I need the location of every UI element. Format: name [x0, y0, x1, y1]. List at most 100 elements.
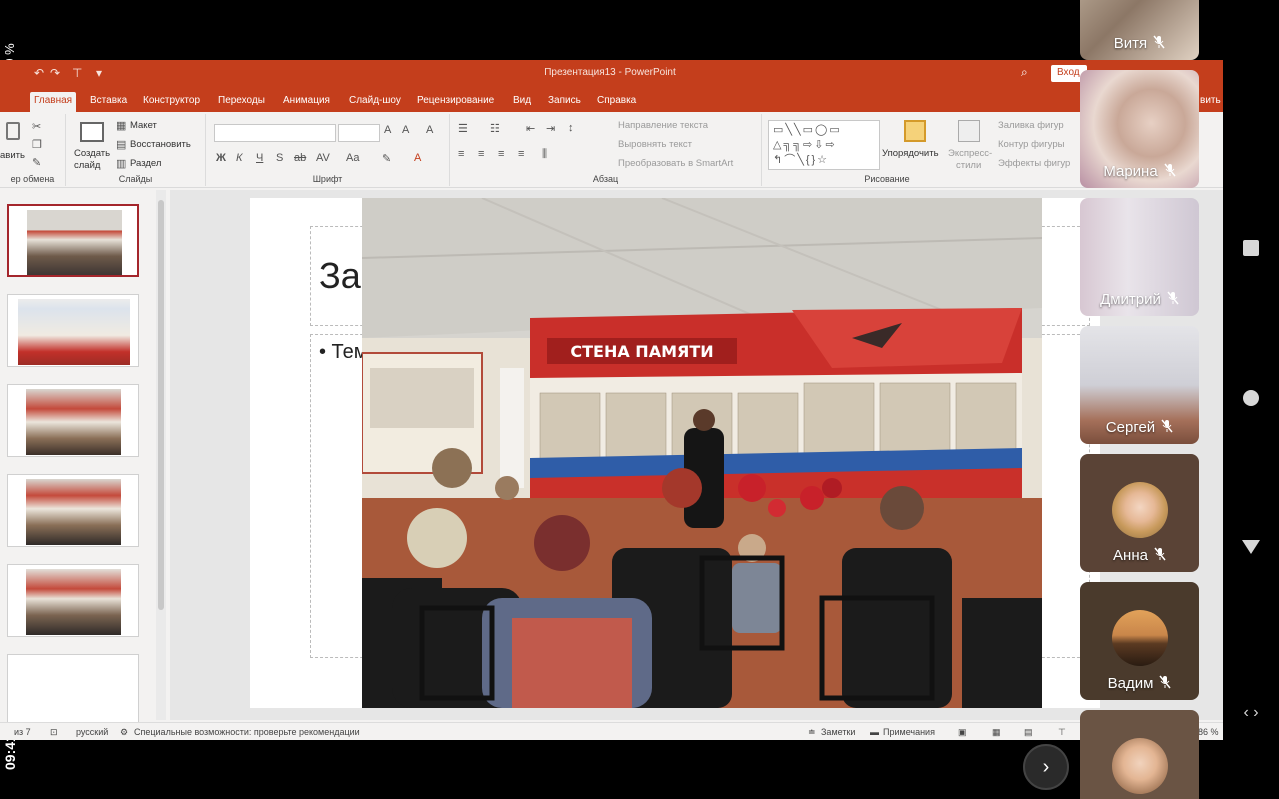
tab-home[interactable]: Главная — [30, 92, 77, 112]
shrink-font-icon[interactable]: A — [402, 124, 409, 136]
underline-icon[interactable]: Ч — [256, 152, 263, 164]
align-text-button[interactable]: Выровнять текст — [618, 139, 692, 150]
slideshow-view-icon[interactable]: ⊤ — [1058, 727, 1066, 738]
font-name-select[interactable] — [214, 124, 336, 142]
bold-icon[interactable]: Ж — [216, 152, 226, 164]
thumbnail-scrollbar[interactable] — [156, 190, 166, 720]
numbering-icon[interactable]: ☷ — [490, 122, 500, 135]
slide-sorter-icon[interactable]: ▦ — [992, 727, 1001, 738]
quick-styles-icon[interactable] — [958, 120, 980, 142]
grow-font-icon[interactable]: A — [384, 124, 391, 136]
new-slide-label2[interactable]: слайд — [74, 160, 100, 171]
new-slide-icon[interactable] — [80, 122, 104, 142]
reset-icon[interactable]: ▤ — [116, 138, 126, 151]
tab-share-fragment[interactable]: вить — [1196, 92, 1223, 112]
section-button[interactable]: Раздел — [130, 158, 161, 169]
slide-thumbnail-6[interactable] — [7, 654, 139, 727]
slide-thumbnail-1[interactable] — [7, 204, 139, 277]
cut-icon[interactable]: ✂ — [32, 120, 41, 133]
recents-button[interactable] — [1243, 240, 1259, 256]
tab-animations[interactable]: Анимация — [279, 92, 334, 112]
copy-icon[interactable]: ❐ — [32, 138, 42, 151]
quick-styles-button2[interactable]: стили — [956, 160, 981, 171]
powerpoint-window: ↶ ↷ ⊤ ▾ Презентация13 - PowerPoint ⌕ Вхо… — [0, 60, 1223, 740]
search-icon[interactable]: ⌕ — [1021, 65, 1035, 79]
spellcheck-icon[interactable]: ⊡ — [50, 727, 58, 738]
participant-tile-dmitry[interactable]: Дмитрий — [1080, 198, 1199, 316]
language-indicator[interactable]: русский — [76, 727, 108, 737]
redo-icon[interactable]: ↷ — [50, 66, 60, 80]
paste-label[interactable]: авить — [0, 150, 25, 161]
char-spacing-icon[interactable]: AV — [316, 152, 330, 164]
reading-view-icon[interactable]: ▤ — [1024, 727, 1033, 738]
zoom-level[interactable]: 86 % — [1198, 727, 1219, 737]
comments-button[interactable]: Примечания — [883, 727, 935, 737]
participant-tile-anna[interactable]: Анна — [1080, 454, 1199, 572]
slide-thumbnail-3[interactable] — [7, 384, 139, 457]
justify-icon[interactable]: ≡ — [518, 148, 524, 160]
decrease-indent-icon[interactable]: ⇤ — [526, 122, 535, 135]
layout-icon[interactable]: ▦ — [116, 119, 126, 132]
tab-view[interactable]: Вид — [509, 92, 535, 112]
highlight-icon[interactable]: ✎ — [382, 152, 391, 165]
columns-icon[interactable]: ⫼ — [542, 148, 547, 161]
home-button[interactable] — [1243, 390, 1259, 406]
new-slide-label[interactable]: Создать — [74, 148, 110, 159]
participant-tile-7[interactable] — [1080, 710, 1199, 799]
format-painter-icon[interactable]: ✎ — [32, 156, 41, 169]
text-direction-button[interactable]: Направление текста — [618, 120, 708, 131]
accessibility-status[interactable]: Специальные возможности: проверьте реком… — [134, 727, 360, 737]
code-icon[interactable]: ‹ › — [1241, 704, 1261, 724]
increase-indent-icon[interactable]: ⇥ — [546, 122, 555, 135]
tab-transitions[interactable]: Переходы — [214, 92, 269, 112]
layout-button[interactable]: Макет — [130, 120, 157, 131]
font-size-select[interactable] — [338, 124, 380, 142]
strikethrough-icon[interactable]: ab — [294, 152, 306, 164]
convert-smartart-button[interactable]: Преобразовать в SmartArt — [618, 158, 733, 169]
align-left-icon[interactable]: ≡ — [458, 148, 464, 160]
slide-thumbnail-2[interactable] — [7, 294, 139, 367]
undo-icon[interactable]: ↶ — [34, 66, 44, 80]
arrange-icon[interactable] — [904, 120, 926, 142]
align-right-icon[interactable]: ≡ — [498, 148, 504, 160]
notes-button[interactable]: Заметки — [821, 727, 855, 737]
slide-photo[interactable]: СТЕНА ПАМЯТИ — [362, 198, 1042, 708]
normal-view-icon[interactable]: ▣ — [958, 727, 967, 738]
participant-tile-sergey[interactable]: Сергей — [1080, 326, 1199, 444]
bullets-icon[interactable]: ☰ — [458, 122, 468, 135]
participant-tile-vadim[interactable]: Вадим — [1080, 582, 1199, 700]
tab-help[interactable]: Справка — [593, 92, 640, 112]
line-spacing-icon[interactable]: ↕ — [568, 122, 574, 134]
back-button[interactable] — [1242, 540, 1260, 554]
align-center-icon[interactable]: ≡ — [478, 148, 484, 160]
tab-slideshow[interactable]: Слайд-шоу — [345, 92, 405, 112]
customize-qat-icon[interactable]: ▾ — [96, 66, 102, 80]
change-case-icon[interactable]: Aa — [346, 152, 359, 164]
participant-tile-marina[interactable]: Марина — [1080, 70, 1199, 188]
tab-design[interactable]: Конструктор — [139, 92, 204, 112]
paste-icon[interactable] — [6, 122, 20, 140]
mic-muted-icon — [1161, 419, 1173, 433]
shape-fill-button[interactable]: Заливка фигур — [998, 120, 1064, 131]
quick-styles-button[interactable]: Экспресс- — [948, 148, 992, 159]
clear-format-icon[interactable]: A — [426, 124, 433, 136]
font-color-icon[interactable]: A — [414, 152, 421, 164]
arrange-button[interactable]: Упорядочить — [882, 148, 939, 159]
slide-thumbnail-4[interactable] — [7, 474, 139, 547]
shape-outline-button[interactable]: Контур фигуры — [998, 139, 1064, 150]
shadow-icon[interactable]: S — [276, 152, 283, 164]
italic-icon[interactable]: К — [236, 152, 242, 164]
participant-tile-vitya[interactable]: Витя — [1080, 0, 1199, 60]
slide-thumbnail-5[interactable] — [7, 564, 139, 637]
reset-button[interactable]: Восстановить — [130, 139, 191, 150]
section-icon[interactable]: ▥ — [116, 157, 126, 170]
tab-insert[interactable]: Вставка — [86, 92, 131, 112]
next-button[interactable]: › — [1023, 744, 1069, 790]
tab-review[interactable]: Рецензирование — [413, 92, 498, 112]
shapes-gallery[interactable]: ▭╲╲▭◯▭ △╗╗⇨⇩⇨ ↰⌒╲{}☆ — [768, 120, 880, 170]
tab-record[interactable]: Запись — [544, 92, 585, 112]
scrollbar-thumb[interactable] — [158, 200, 164, 610]
shape-effects-button[interactable]: Эффекты фигур — [998, 158, 1070, 169]
present-icon[interactable]: ⊤ — [72, 66, 82, 80]
slides-group: Создать слайд ▦ Макет ▤ Восстановить ▥ Р… — [66, 114, 206, 186]
